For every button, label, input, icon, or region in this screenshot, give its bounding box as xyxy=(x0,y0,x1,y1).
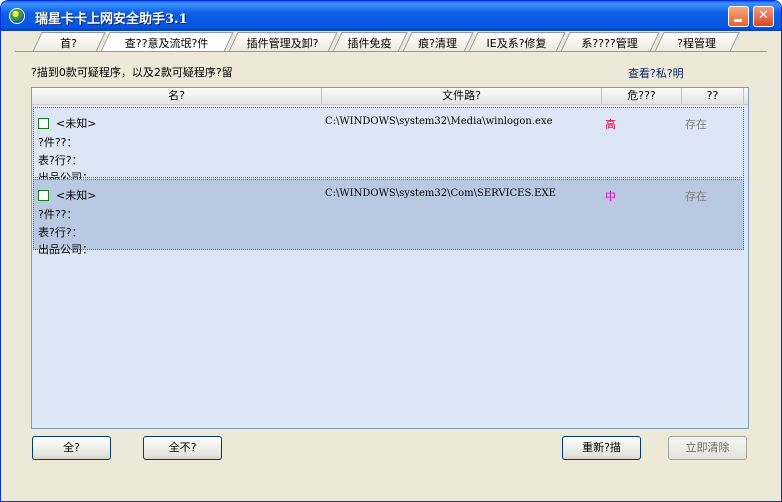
item-status: 存在 xyxy=(685,118,707,131)
clear-now-button[interactable]: 立即清除 xyxy=(668,436,747,460)
scan-summary: ?描到0款可疑程序，以及2款可疑程序?留 xyxy=(31,66,233,79)
table-row[interactable]: <未知> C:\WINDOWS\system32\Com\SERVICES.EX… xyxy=(33,179,744,256)
tab-ie-system-repair[interactable]: IE及系?修复 xyxy=(468,32,566,52)
close-button[interactable]: ✕ xyxy=(753,6,774,27)
results-table: 名? 文件路? 危??? ?? <未知> C:\WINDOWS\system32… xyxy=(31,87,749,429)
minimize-button[interactable] xyxy=(728,6,749,27)
tab-divider xyxy=(15,51,767,52)
window-title: 瑞星卡卡上网安全助手3.1 xyxy=(35,12,188,27)
tab-system-manage[interactable]: 系????管理 xyxy=(560,32,660,52)
item-path: C:\WINDOWS\system32\Media\winlogon.exe xyxy=(325,116,553,127)
item-name: <未知> xyxy=(56,189,97,202)
column-header-path[interactable]: 文件路? xyxy=(322,88,602,104)
app-window: 瑞星卡卡上网安全助手3.1 ✕ 首? 查??意及流氓?件 插件管理及卸? 插件免… xyxy=(0,0,782,502)
table-row[interactable]: <未知> C:\WINDOWS\system32\Media\winlogon.… xyxy=(33,107,744,184)
tab-home[interactable]: 首? xyxy=(32,32,106,52)
rescan-button[interactable]: 重新?描 xyxy=(562,436,641,460)
item-risk-level: 中 xyxy=(605,190,616,203)
privacy-statement-link[interactable]: 查看?私?明 xyxy=(628,65,684,81)
select-none-button[interactable]: 全不? xyxy=(143,436,222,460)
app-logo-icon xyxy=(9,8,25,24)
title-bar[interactable]: 瑞星卡卡上网安全助手3.1 ✕ xyxy=(1,1,781,31)
tab-plugin-manage[interactable]: 插件管理及卸? xyxy=(228,32,338,52)
tab-process-manage[interactable]: ?程管理 xyxy=(654,32,740,52)
item-publisher-line: 出品公司： xyxy=(38,243,93,256)
tab-trace-cleanup[interactable]: 痕?清理 xyxy=(402,32,474,52)
column-header-name[interactable]: 名? xyxy=(32,88,322,104)
row-checkbox[interactable] xyxy=(38,118,49,129)
item-detail-line: 表?行?： xyxy=(38,154,83,167)
item-path: C:\WINDOWS\system32\Com\SERVICES.EXE xyxy=(325,188,556,199)
item-detail-line: ?件??： xyxy=(38,136,78,149)
item-risk-level: 高 xyxy=(605,118,616,131)
item-detail-line: 表?行?： xyxy=(38,226,83,239)
row-checkbox[interactable] xyxy=(38,190,49,201)
table-header: 名? 文件路? 危??? ?? xyxy=(32,88,748,105)
item-detail-line: ?件??： xyxy=(38,208,78,221)
item-name: <未知> xyxy=(56,117,97,130)
tab-plugin-immunity[interactable]: 插件免疫 xyxy=(332,32,408,52)
item-status: 存在 xyxy=(685,190,707,203)
select-all-button[interactable]: 全? xyxy=(32,436,111,460)
column-header-risk[interactable]: 危??? xyxy=(602,88,682,104)
tab-malware-scan[interactable]: 查??意及流氓?件 xyxy=(100,32,234,52)
column-header-status[interactable]: ?? xyxy=(682,88,744,104)
